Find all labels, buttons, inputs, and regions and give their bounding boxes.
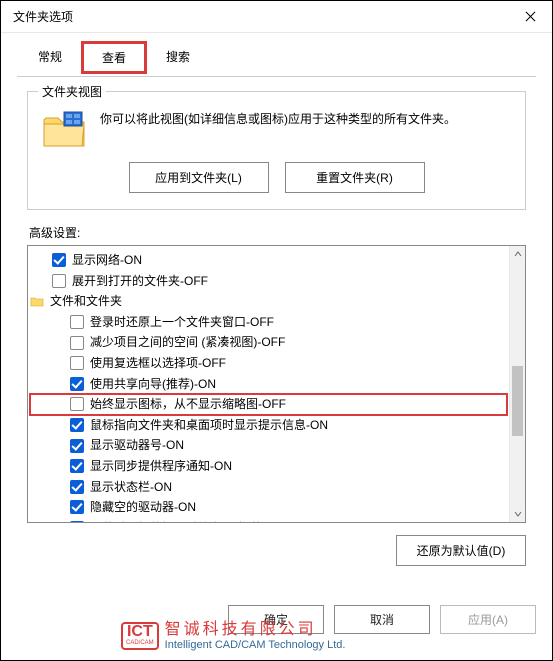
tree-item-label: 减少项目之间的空间 (紧凑视图)-OFF — [90, 333, 285, 352]
checkbox[interactable] — [70, 500, 84, 514]
window-title: 文件夹选项 — [13, 8, 73, 25]
folder-view-group: 文件夹视图 你可以将此视图(如详细信息或图标)应用于这种类型的所有文件夹。 应用… — [27, 91, 526, 210]
cancel-button[interactable]: 取消 — [334, 605, 430, 634]
tree-checkbox-item[interactable]: 登录时还原上一个文件夹窗口-OFF — [30, 312, 507, 333]
tree-checkbox-item[interactable]: 鼠标指向文件夹和桌面项时显示提示信息-ON — [30, 415, 507, 436]
checkbox[interactable] — [70, 315, 84, 329]
tree-checkbox-item[interactable]: 显示状态栏-ON — [30, 477, 507, 498]
advanced-settings-box: 显示网络-ON 展开到打开的文件夹-OFF文件和文件夹登录时还原上一个文件夹窗口-… — [27, 245, 526, 523]
tree-checkbox-item[interactable]: 展开到打开的文件夹-OFF — [30, 271, 507, 292]
tab-view[interactable]: 查看 — [81, 41, 147, 74]
checkbox[interactable] — [70, 397, 84, 411]
checkbox[interactable] — [70, 356, 84, 370]
checkbox[interactable] — [52, 274, 66, 288]
reset-folders-button[interactable]: 重置文件夹(R) — [285, 162, 425, 193]
advanced-settings-tree[interactable]: 显示网络-ON 展开到打开的文件夹-OFF文件和文件夹登录时还原上一个文件夹窗口-… — [28, 246, 509, 522]
tab-general[interactable]: 常规 — [21, 41, 79, 74]
tree-checkbox-item[interactable]: 显示驱动器号-ON — [30, 435, 507, 456]
tree-item-label: 鼠标指向文件夹和桌面项时显示提示信息-ON — [90, 416, 328, 435]
folder-view-title: 文件夹视图 — [38, 83, 106, 100]
checkbox[interactable] — [70, 336, 84, 350]
checkbox[interactable] — [70, 418, 84, 432]
checkbox[interactable] — [70, 459, 84, 473]
tree-checkbox-item[interactable]: 减少项目之间的空间 (紧凑视图)-OFF — [30, 332, 507, 353]
tree-checkbox-item[interactable]: 显示网络-ON — [30, 250, 507, 271]
folder-icon — [42, 110, 86, 150]
tab-search[interactable]: 搜索 — [149, 41, 207, 74]
tree-item-label: 显示同步提供程序通知-ON — [90, 457, 232, 476]
tree-checkbox-item[interactable]: 隐藏受保护的操作系统文件(推荐)-ON — [30, 518, 507, 522]
tree-item-label: 始终显示图标，从不显示缩略图-OFF — [90, 395, 286, 414]
tree-item-label: 展开到打开的文件夹-OFF — [72, 272, 208, 291]
restore-defaults-button[interactable]: 还原为默认值(D) — [396, 535, 526, 566]
scroll-thumb[interactable] — [512, 366, 523, 436]
tree-item-label: 登录时还原上一个文件夹窗口-OFF — [90, 313, 274, 332]
tree-checkbox-item[interactable]: 使用复选框以选择项-OFF — [30, 353, 507, 374]
dialog-footer: 确定 取消 应用(A) — [1, 597, 552, 642]
scroll-up-button[interactable] — [510, 246, 525, 262]
tree-checkbox-item[interactable]: 显示同步提供程序通知-ON — [30, 456, 507, 477]
checkbox[interactable] — [70, 480, 84, 494]
tree-item-label: 使用复选框以选择项-OFF — [90, 354, 226, 373]
apply-to-folders-button[interactable]: 应用到文件夹(L) — [129, 162, 269, 193]
tree-folder: 文件和文件夹 — [30, 291, 507, 312]
scrollbar[interactable] — [509, 246, 525, 522]
close-icon — [525, 11, 536, 22]
checkbox[interactable] — [70, 439, 84, 453]
tree-item-label: 显示状态栏-ON — [90, 478, 172, 497]
tree-item-label: 文件和文件夹 — [50, 292, 122, 311]
tree-checkbox-item[interactable]: 始终显示图标，从不显示缩略图-OFF — [30, 394, 507, 415]
apply-button[interactable]: 应用(A) — [440, 605, 536, 634]
title-bar: 文件夹选项 — [1, 1, 552, 33]
tree-item-label: 使用共享向导(推荐)-ON — [90, 375, 216, 394]
ok-button[interactable]: 确定 — [228, 605, 324, 634]
tab-content: 文件夹视图 你可以将此视图(如详细信息或图标)应用于这种类型的所有文件夹。 应用… — [17, 76, 536, 576]
tree-checkbox-item[interactable]: 使用共享向导(推荐)-ON — [30, 374, 507, 395]
advanced-settings-label: 高级设置: — [29, 224, 526, 241]
folder-view-desc: 你可以将此视图(如详细信息或图标)应用于这种类型的所有文件夹。 — [100, 110, 456, 128]
folder-small-icon — [30, 295, 44, 307]
tree-item-label: 隐藏空的驱动器-ON — [90, 498, 196, 517]
checkbox[interactable] — [52, 253, 66, 267]
tab-strip: 常规 查看 搜索 — [1, 33, 552, 74]
scroll-track[interactable] — [510, 262, 525, 506]
checkbox[interactable] — [70, 521, 84, 522]
tree-item-label: 显示网络-ON — [72, 251, 142, 270]
close-button[interactable] — [508, 1, 552, 33]
checkbox[interactable] — [70, 377, 84, 391]
tree-item-label: 显示驱动器号-ON — [90, 436, 184, 455]
scroll-down-button[interactable] — [510, 506, 525, 522]
tree-item-label: 隐藏受保护的操作系统文件(推荐)-ON — [90, 519, 288, 522]
tree-checkbox-item[interactable]: 隐藏空的驱动器-ON — [30, 497, 507, 518]
